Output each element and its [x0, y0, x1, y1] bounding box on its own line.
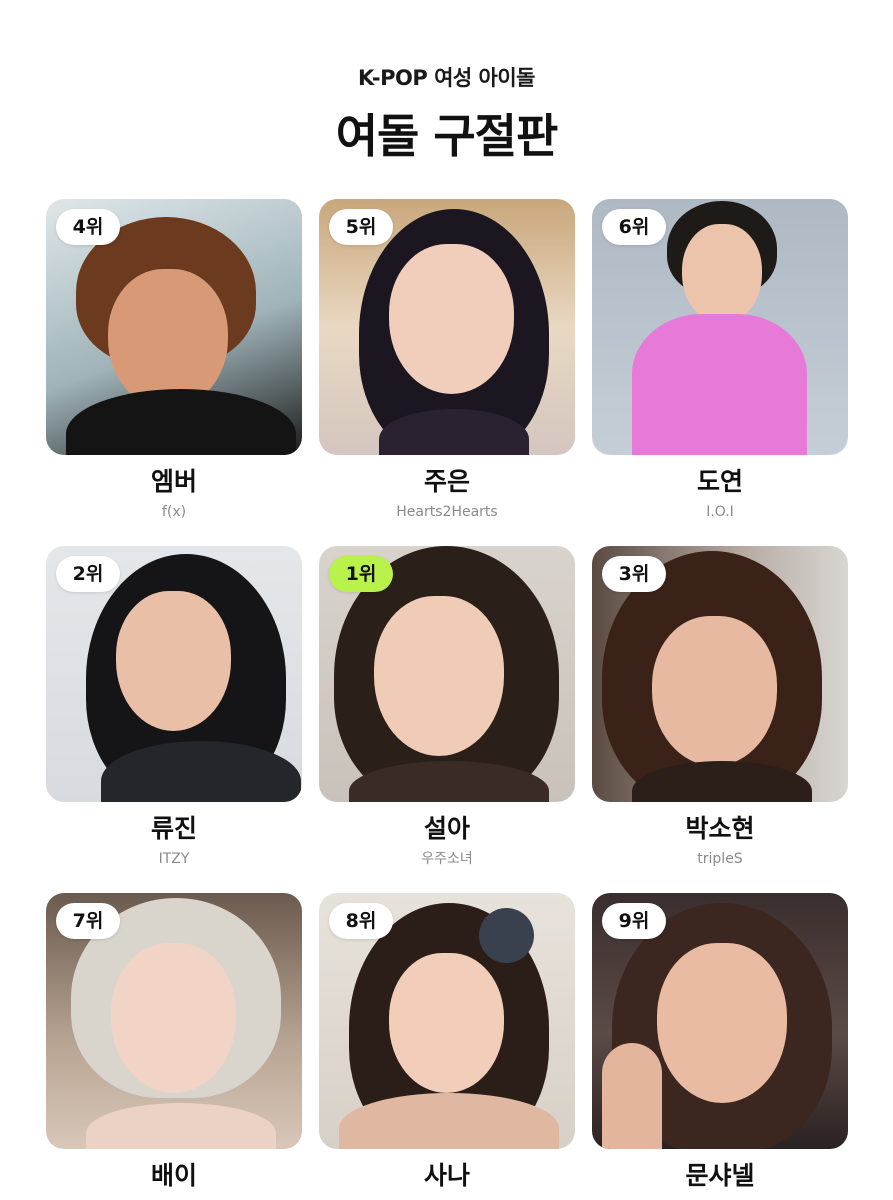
rank-badge-top: 1위	[329, 556, 393, 592]
idol-photo: 6위	[592, 199, 848, 455]
idol-photo: 5위	[319, 199, 575, 455]
idol-grid: 4위 엠버 f(x) 5위 주은 Hearts2Hearts 6위 도연 I.O…	[0, 0, 893, 1200]
idol-card[interactable]: 5위 주은 Hearts2Hearts	[319, 199, 575, 521]
idol-card[interactable]: 7위 배이	[46, 893, 302, 1197]
idol-name: 도연	[696, 467, 743, 496]
idol-name: 사나	[423, 1161, 470, 1190]
idol-photo: 2위	[46, 546, 302, 802]
idol-card[interactable]: 2위 류진 ITZY	[46, 546, 302, 868]
idol-name: 문샤넬	[685, 1161, 755, 1190]
idol-card[interactable]: 6위 도연 I.O.I	[592, 199, 848, 521]
idol-group: I.O.I	[706, 504, 734, 520]
idol-photo: 4위	[46, 199, 302, 455]
rank-badge: 9위	[602, 903, 666, 939]
rank-badge: 6위	[602, 209, 666, 245]
idol-group: f(x)	[161, 504, 187, 520]
idol-group: 우주소녀	[421, 851, 473, 867]
rank-badge: 3위	[602, 556, 666, 592]
idol-photo: 8위	[319, 893, 575, 1149]
idol-card[interactable]: 3위 박소현 tripleS	[592, 546, 848, 868]
idol-card[interactable]: 8위 사나	[319, 893, 575, 1197]
idol-photo: 1위	[319, 546, 575, 802]
rank-badge: 7위	[56, 903, 120, 939]
idol-photo: 7위	[46, 893, 302, 1149]
hair-bow-icon	[479, 908, 534, 963]
idol-photo: 9위	[592, 893, 848, 1149]
idol-card[interactable]: 4위 엠버 f(x)	[46, 199, 302, 521]
idol-name: 주은	[423, 467, 470, 496]
idol-group: tripleS	[697, 851, 743, 867]
idol-name: 엠버	[150, 467, 197, 496]
rank-badge: 5위	[329, 209, 393, 245]
idol-name: 류진	[150, 814, 197, 843]
idol-card[interactable]: 1위 설아 우주소녀	[319, 546, 575, 868]
rank-badge: 4위	[56, 209, 120, 245]
idol-group: ITZY	[158, 851, 190, 867]
idol-name: 설아	[423, 814, 470, 843]
idol-card[interactable]: 9위 문샤넬	[592, 893, 848, 1197]
idol-name: 배이	[150, 1161, 197, 1190]
rank-badge: 8위	[329, 903, 393, 939]
rank-badge: 2위	[56, 556, 120, 592]
idol-photo: 3위	[592, 546, 848, 802]
idol-name: 박소현	[685, 814, 755, 843]
idol-group: Hearts2Hearts	[396, 504, 498, 520]
